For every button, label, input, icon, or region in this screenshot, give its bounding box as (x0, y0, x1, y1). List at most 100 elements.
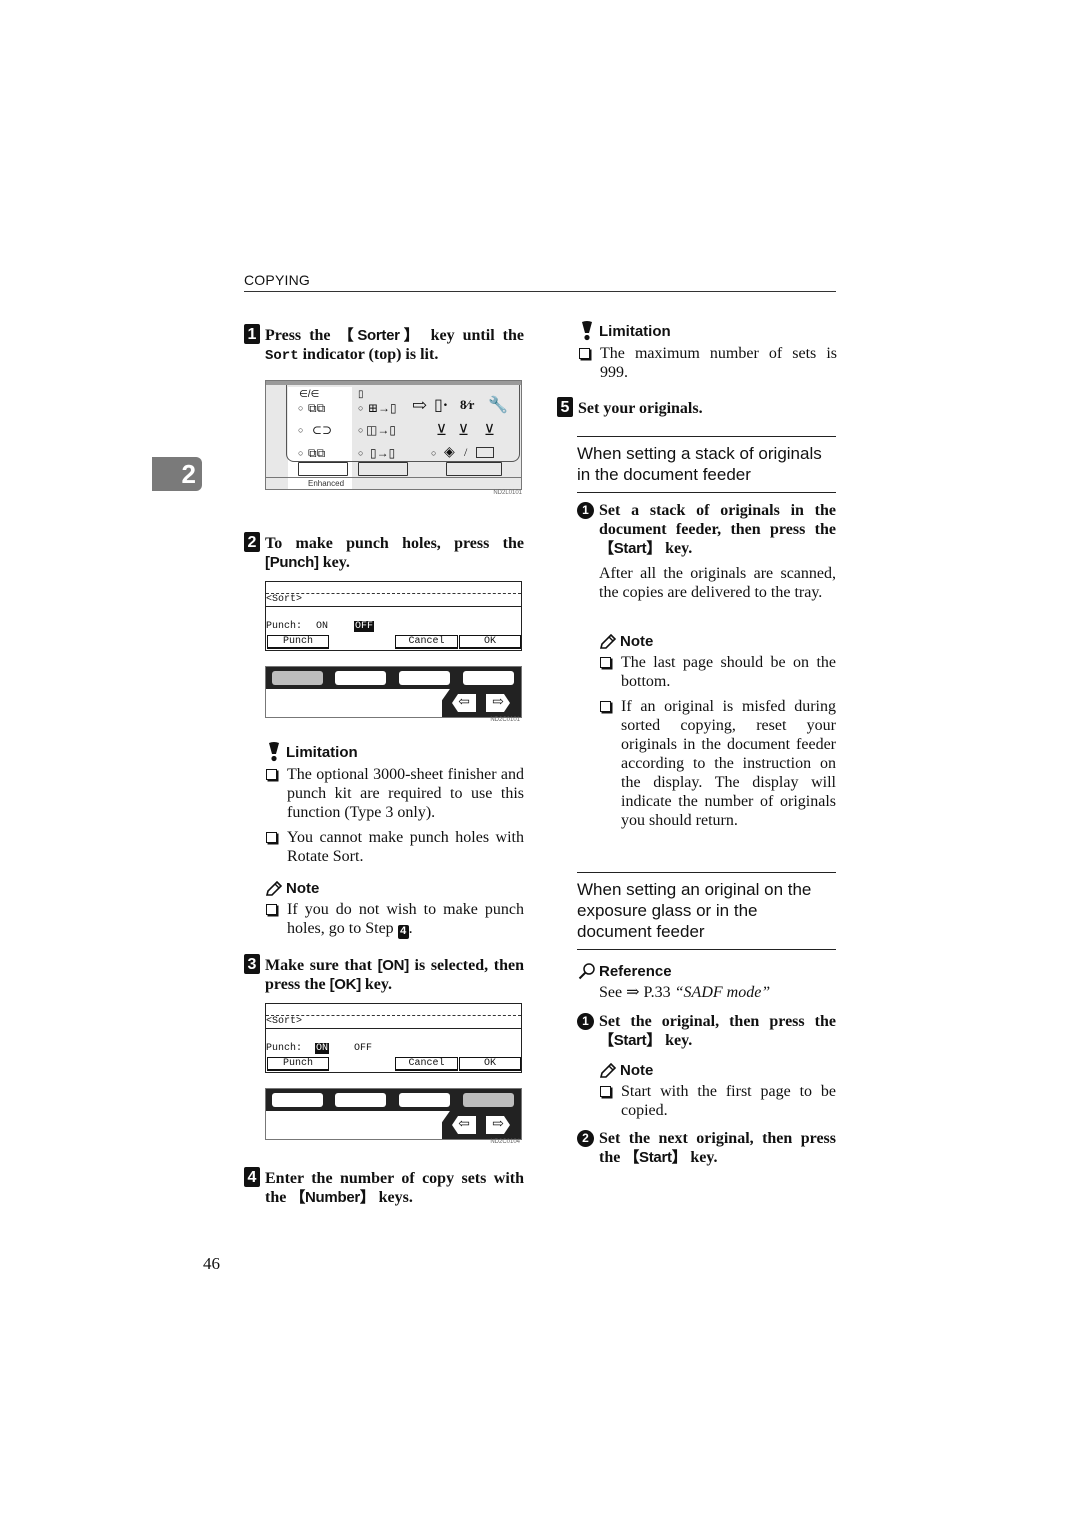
selection-key-4[interactable] (463, 671, 514, 685)
figure-code: ND2L0101 (493, 490, 522, 496)
limitation-title: Limitation (599, 322, 671, 340)
punch-off-option-selected[interactable]: OFF (354, 621, 375, 632)
note-callout: Note The last page should be on the bott… (598, 633, 836, 830)
list-item: If an original is misfed during sorted c… (598, 697, 836, 830)
checkbox-bullet-icon (600, 701, 611, 712)
tray-icon: ⊻ (436, 423, 447, 439)
step-4: 4 Enter the number of copy sets with the… (244, 1167, 524, 1207)
pencil-note-icon (598, 633, 618, 650)
reference-title: Reference (599, 962, 672, 980)
control-panel: ∈/∈ ○ ⧉⧉ ○ ⊂⊃ ○ ⧉⧉ ▯ ○ ⊞→▯ ○ ◫→▯ ○ ▯→▯ ⇨… (265, 380, 522, 490)
checkbox-bullet-icon (266, 769, 277, 780)
lcd-title: <Sort> (266, 594, 303, 605)
clear-icon (476, 447, 494, 458)
step-3: 3 Make sure that [ON] is selected, then … (244, 954, 524, 994)
step-number: 1 (244, 324, 260, 344)
limitation-callout: Limitation The maximum number of sets is… (577, 321, 837, 382)
indicator-led: ○ (298, 403, 304, 413)
indicator-led: ○ (298, 425, 304, 435)
sub-step-1: 1 Set the original, then press the 【Star… (577, 1012, 836, 1050)
keybar-panel: ⇦ ⇨ (265, 1088, 522, 1140)
list-item: The maximum number of sets is 999. (577, 344, 837, 382)
limitation-callout: Limitation The optional 3000-sheet finis… (264, 742, 524, 866)
cancel-softkey[interactable]: Cancel (395, 1057, 458, 1071)
user-tools-icon: 🔧 (488, 397, 508, 414)
lcd-figure-punch-off: <Sort> Punch: ON OFF Punch Cancel OK ⇦ ⇨… (265, 581, 522, 726)
selection-key-3[interactable] (399, 671, 450, 685)
tray-icon: ⊻ (484, 423, 495, 439)
indicator-led: ○ (358, 425, 364, 435)
page-number: 46 (203, 1254, 220, 1273)
figure-code: ND2C0104 (490, 1139, 520, 1145)
sort-indicator-label: Sort (265, 348, 299, 364)
list-item: If you do not wish to make punch holes, … (264, 900, 524, 939)
ok-key: [OK] (329, 976, 362, 993)
clear-key-button[interactable] (446, 462, 502, 476)
duplex-key-button[interactable] (358, 462, 408, 476)
indicator-led: ○ (358, 403, 364, 413)
step-number: 5 (557, 397, 573, 417)
step-reference-link[interactable]: 4 (397, 924, 409, 939)
selection-key-2[interactable] (335, 1093, 386, 1107)
reference-callout: Reference See ⇒ P.33 “SADF mode” (577, 962, 836, 1002)
ok-softkey[interactable]: OK (459, 635, 521, 649)
punch-softkey[interactable]: Punch (267, 1057, 329, 1071)
punch-on-option[interactable]: ON (316, 621, 328, 632)
list-item: The last page should be on the bottom. (598, 653, 836, 691)
selection-key-4-ok[interactable] (463, 1093, 514, 1107)
note-callout: Note If you do not wish to make punch ho… (264, 880, 524, 939)
pencil-note-icon (598, 1062, 618, 1079)
sort-stack-icon: ∈/∈ (299, 389, 320, 400)
list-item: Start with the first page to be copied. (598, 1082, 836, 1120)
ok-softkey[interactable]: OK (459, 1057, 521, 1071)
indicator-led: ○ (431, 448, 437, 458)
selection-key-3[interactable] (399, 1093, 450, 1107)
limitation-icon (264, 742, 284, 762)
chapter-tab: 2 (152, 457, 202, 491)
list-item: You cannot make punch holes with Rotate … (264, 828, 524, 866)
punch-off-option[interactable]: OFF (354, 1043, 372, 1054)
step-1: 1 Press the 【Sorter】 key until the Sort … (244, 324, 524, 366)
step-number: 3 (244, 954, 260, 974)
book-mode-icon: ◫→▯ (366, 423, 396, 437)
limitation-icon (577, 321, 597, 341)
magnifier-reference-icon (577, 962, 597, 980)
punch-label: Punch: (266, 1043, 303, 1054)
duplex-mode-icon: ⊞→▯ (368, 401, 397, 415)
indicator-led: ○ (298, 448, 304, 458)
tray-icon: ⊻ (458, 423, 469, 439)
running-head: COPYING (244, 272, 836, 292)
cancel-softkey[interactable]: Cancel (395, 635, 458, 649)
body-paragraph: After all the originals are scanned, the… (599, 565, 836, 601)
limitation-title: Limitation (286, 743, 358, 761)
interrupt-icon: ⇨ (412, 395, 428, 415)
control-panel-figure: ∈/∈ ○ ⧉⧉ ○ ⊂⊃ ○ ⧉⧉ ▯ ○ ⊞→▯ ○ ◫→▯ ○ ▯→▯ ⇨… (265, 380, 522, 496)
selection-key-2[interactable] (335, 671, 386, 685)
sorter-key: 【Sorter】 (338, 327, 423, 344)
sadf-mode-link[interactable]: “SADF mode” (675, 984, 771, 1001)
checkbox-bullet-icon (600, 1086, 611, 1097)
checkbox-bullet-icon (266, 904, 277, 915)
punch-label: Punch: (266, 621, 303, 632)
punch-softkey[interactable]: Punch (267, 635, 329, 649)
circled-number: 1 (577, 502, 594, 519)
note-title: Note (286, 880, 320, 897)
counter-icon: 8⁄r (460, 397, 475, 412)
step-number: 2 (244, 532, 260, 552)
sub-step-1: 1 Set a stack of originals in the docume… (577, 501, 836, 558)
keybar-panel: ⇦ ⇨ (265, 666, 522, 718)
note-callout: Note Start with the first page to be cop… (598, 1062, 836, 1120)
section-heading-document-feeder: When setting a stack of originals in the… (577, 436, 836, 493)
duplex-icon: ▯ (358, 389, 364, 400)
sorter-key-button[interactable] (298, 462, 348, 476)
checkbox-bullet-icon (600, 657, 611, 668)
punch-on-option-selected[interactable]: ON (315, 1043, 330, 1054)
step-number: 4 (244, 1167, 260, 1187)
list-item: The optional 3000-sheet finisher and pun… (264, 765, 524, 822)
selection-key-1[interactable] (272, 1093, 323, 1107)
start-key: 【Start】 (599, 540, 662, 557)
start-key: 【Start】 (599, 1032, 662, 1049)
circled-number: 2 (577, 1130, 594, 1147)
selection-key-1[interactable] (272, 671, 323, 685)
step-2: 2 To make punch holes, press the [Punch]… (244, 532, 524, 572)
